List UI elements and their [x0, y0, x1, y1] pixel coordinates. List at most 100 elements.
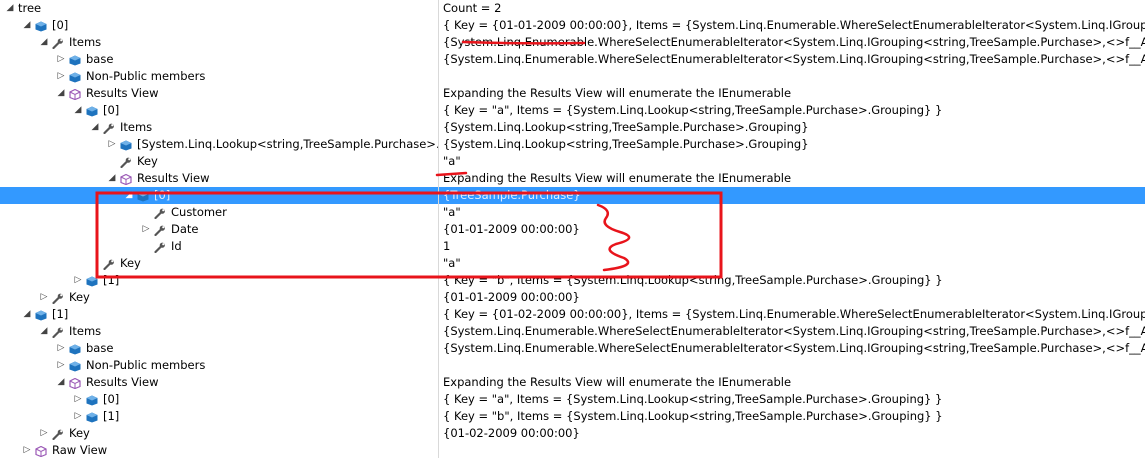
- results-view-icon: [69, 88, 81, 101]
- name-cell: ◢ Results View: [0, 85, 439, 102]
- name-cell: ◢ Results View: [0, 170, 439, 187]
- tree-row[interactable]: Key "a": [0, 153, 1145, 170]
- name-cell: ▷ Non-Public members: [0, 357, 439, 374]
- object-field-icon: [86, 275, 98, 287]
- collapse-arrow-icon[interactable]: ◢: [38, 323, 50, 340]
- tree-row[interactable]: ▷ base {System.Linq.Enumerable.WhereSelect…: [0, 51, 1145, 68]
- tree-row[interactable]: ▷ [0] { Key = "a", Items = {System.Linq.Lo…: [0, 391, 1145, 408]
- tree-row[interactable]: ▷ base {System.Linq.Enumerable.WhereSelect…: [0, 340, 1145, 357]
- expand-arrow-icon[interactable]: ▷: [72, 272, 84, 289]
- name-cell: ▷ base: [0, 51, 439, 68]
- row-name: [0]: [103, 392, 120, 406]
- tree-row[interactable]: ◢ Items {System.Linq.Lookup<string,TreeSam…: [0, 119, 1145, 136]
- row-name: Non-Public members: [86, 358, 206, 372]
- collapse-arrow-icon[interactable]: ◢: [21, 17, 33, 34]
- row-name: base: [86, 341, 114, 355]
- tree-row[interactable]: ▷ [1] { Key = "b", Items = {System.Linq.Lo…: [0, 408, 1145, 425]
- property-wrench-icon: [52, 37, 64, 50]
- row-value: {TreeSample.Purchase}: [443, 188, 581, 202]
- expand-arrow-icon[interactable]: ▷: [106, 136, 118, 153]
- row-value: {01-01-2009 00:00:00}: [443, 222, 580, 236]
- tree-row[interactable]: ◢ Items {System.Linq.Enumerable.WhereSelec…: [0, 323, 1145, 340]
- tree-row[interactable]: ◢ tree Count = 2: [0, 0, 1145, 17]
- row-value: "a": [443, 256, 461, 270]
- row-value: "a": [443, 154, 461, 168]
- tree-row[interactable]: ▷ [1] { Key = "b", Items = {System.Linq.Lo…: [0, 272, 1145, 289]
- object-field-icon: [69, 71, 81, 83]
- property-wrench-icon: [103, 258, 115, 271]
- name-cell: ▷ Non-Public members: [0, 68, 439, 85]
- expand-arrow-icon[interactable]: ▷: [55, 340, 67, 357]
- collapse-arrow-icon[interactable]: ◢: [21, 306, 33, 323]
- name-cell: ◢ [0]: [0, 102, 439, 119]
- tree-row[interactable]: ◢ Results View Expanding the Results View …: [0, 374, 1145, 391]
- results-view-icon: [69, 377, 81, 390]
- tree-row-selected[interactable]: ◢ [0] {TreeSample.Purchase}: [0, 187, 1145, 204]
- expand-arrow-icon[interactable]: ▷: [72, 408, 84, 425]
- tree-row[interactable]: ▷ [System.Linq.Lookup<string,TreeSample.P…: [0, 136, 1145, 153]
- collapse-arrow-icon[interactable]: ◢: [72, 102, 84, 119]
- tree-row[interactable]: ▷ Raw View: [0, 442, 1145, 458]
- row-name: Customer: [171, 205, 227, 219]
- tree-row[interactable]: Key "a": [0, 255, 1145, 272]
- name-cell: ◢ Results View: [0, 374, 439, 391]
- tree-row[interactable]: ◢ Results View Expanding the Results View …: [0, 85, 1145, 102]
- name-cell: ▷ base: [0, 340, 439, 357]
- expand-arrow-icon[interactable]: ▷: [21, 442, 33, 458]
- object-field-icon: [120, 139, 132, 151]
- row-value: "a": [443, 205, 461, 219]
- collapse-arrow-icon[interactable]: ◢: [55, 374, 67, 391]
- collapse-arrow-icon[interactable]: ◢: [4, 0, 16, 17]
- row-value: {System.Linq.Enumerable.WhereSelectEnume…: [443, 35, 1145, 49]
- collapse-arrow-icon[interactable]: ◢: [89, 119, 101, 136]
- collapse-arrow-icon[interactable]: ◢: [123, 187, 135, 204]
- collapse-arrow-icon[interactable]: ◢: [38, 34, 50, 51]
- row-value: 1: [443, 239, 451, 253]
- row-value: { Key = "a", Items = {System.Linq.Lookup…: [443, 392, 943, 406]
- expand-arrow-icon[interactable]: ▷: [72, 391, 84, 408]
- expand-arrow-icon[interactable]: ▷: [140, 221, 152, 238]
- row-value: [443, 442, 1145, 458]
- object-field-icon: [86, 105, 98, 117]
- row-name: Results View: [86, 375, 159, 389]
- tree-row[interactable]: ▷ Non-Public members: [0, 68, 1145, 85]
- property-wrench-icon: [103, 122, 115, 135]
- expand-arrow-icon[interactable]: ▷: [38, 289, 50, 306]
- object-field-icon: [35, 20, 47, 32]
- row-name: Key: [69, 426, 90, 440]
- expand-arrow-icon[interactable]: ▷: [55, 51, 67, 68]
- name-cell: Key: [0, 153, 439, 170]
- tree-row[interactable]: ◢ Results View Expanding the Results View …: [0, 170, 1145, 187]
- row-value: {System.Linq.Enumerable.WhereSelectEnume…: [443, 324, 1145, 338]
- expand-arrow-icon[interactable]: ▷: [38, 425, 50, 442]
- tree-row[interactable]: ▷ Date {01-01-2009 00:00:00}: [0, 221, 1145, 238]
- tree-row[interactable]: ▷ Key {01-02-2009 00:00:00}: [0, 425, 1145, 442]
- row-value: { Key = {01-01-2009 00:00:00}, Items = {…: [443, 18, 1145, 32]
- results-view-icon: [120, 173, 132, 186]
- object-field-icon: [69, 343, 81, 355]
- collapse-arrow-icon[interactable]: ◢: [106, 170, 118, 187]
- name-cell: ▷ Date: [0, 221, 439, 238]
- expand-arrow-icon[interactable]: ▷: [55, 357, 67, 374]
- tree-row[interactable]: ◢ [0] { Key = {01-01-2009 00:00:00}, Items…: [0, 17, 1145, 34]
- tree-row[interactable]: ◢ [0] { Key = "a", Items = {System.Linq.Lo…: [0, 102, 1145, 119]
- row-value: { Key = "b", Items = {System.Linq.Lookup…: [443, 273, 943, 287]
- name-cell: ▷ [0]: [0, 391, 439, 408]
- row-name: [0]: [52, 18, 69, 32]
- row-value: Expanding the Results View will enumerat…: [443, 171, 792, 185]
- tree-row[interactable]: ◢ Items {System.Linq.Enumerable.WhereSelec…: [0, 34, 1145, 51]
- property-wrench-icon: [154, 207, 166, 220]
- tree-row[interactable]: ▷ Key {01-01-2009 00:00:00}: [0, 289, 1145, 306]
- tree-row[interactable]: Customer "a": [0, 204, 1145, 221]
- property-wrench-icon: [154, 224, 166, 237]
- row-name: base: [86, 52, 114, 66]
- tree-row[interactable]: Id 1: [0, 238, 1145, 255]
- row-value: {System.Linq.Lookup<string,TreeSample.Pu…: [443, 137, 809, 151]
- row-name: [1]: [103, 273, 120, 287]
- tree-row[interactable]: ◢ [1] { Key = {01-02-2009 00:00:00}, Items…: [0, 306, 1145, 323]
- collapse-arrow-icon[interactable]: ◢: [55, 85, 67, 102]
- property-wrench-icon: [154, 241, 166, 254]
- row-value: {01-02-2009 00:00:00}: [443, 426, 580, 440]
- tree-row[interactable]: ▷ Non-Public members: [0, 357, 1145, 374]
- expand-arrow-icon[interactable]: ▷: [55, 68, 67, 85]
